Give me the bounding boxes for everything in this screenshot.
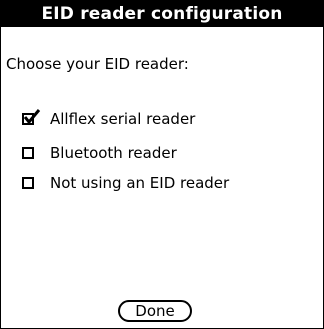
option-not-using-eid-reader[interactable]: Not using an EID reader — [22, 172, 229, 194]
option-allflex-serial-reader[interactable]: Allflex serial reader — [22, 108, 195, 130]
option-label: Bluetooth reader — [50, 144, 177, 162]
checkbox-checked-icon[interactable] — [22, 109, 41, 125]
option-label: Allflex serial reader — [50, 110, 196, 128]
option-bluetooth-reader[interactable]: Bluetooth reader — [22, 142, 177, 164]
checkbox-unchecked-icon[interactable] — [22, 177, 34, 189]
option-label: Not using an EID reader — [50, 174, 230, 192]
checkbox-unchecked-icon[interactable] — [22, 147, 34, 159]
eid-reader-config-dialog: EID reader configuration Choose your EID… — [0, 0, 324, 329]
prompt-text: Choose your EID reader: — [6, 55, 189, 73]
checkmark-icon — [23, 109, 41, 125]
done-button[interactable]: Done — [118, 300, 192, 322]
dialog-title: EID reader configuration — [1, 1, 323, 27]
